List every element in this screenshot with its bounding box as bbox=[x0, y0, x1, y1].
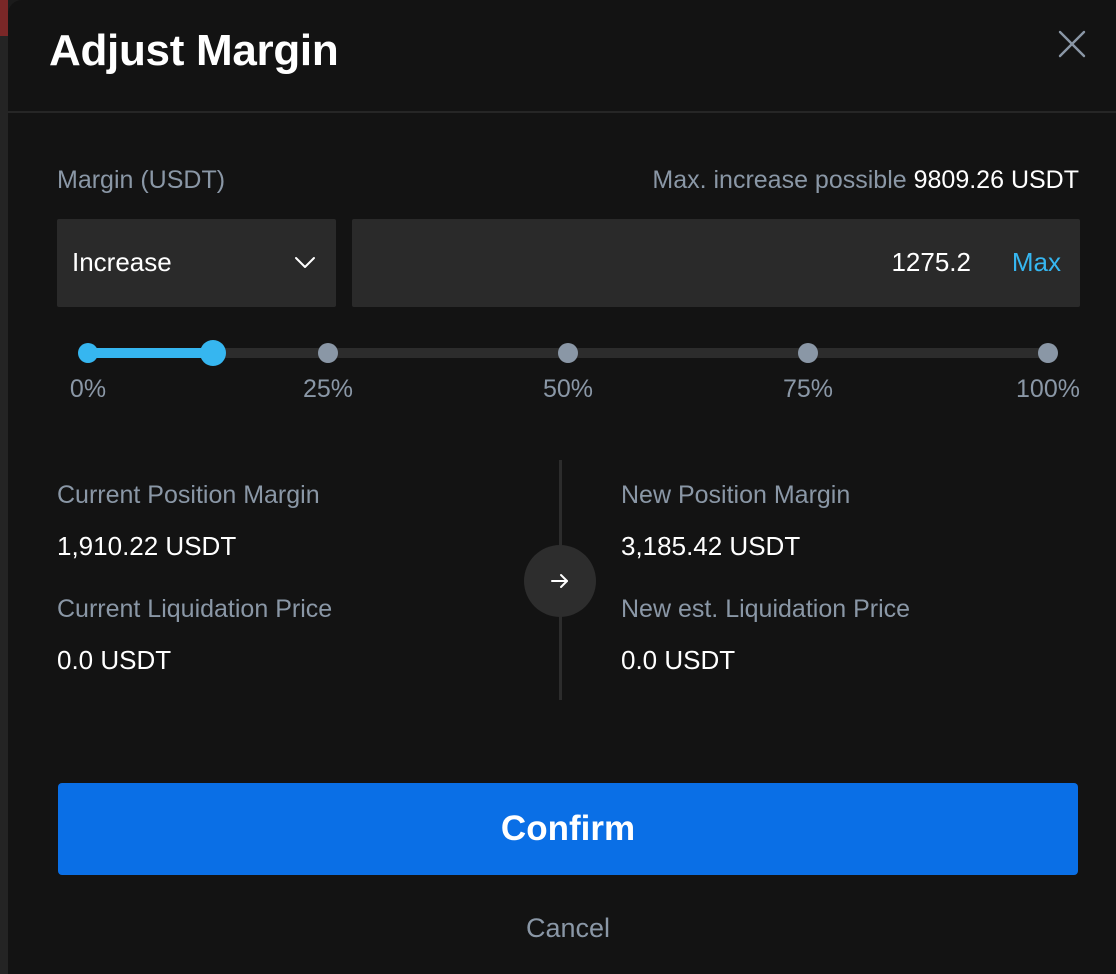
new-summary: New Position Margin 3,185.42 USDT New es… bbox=[621, 460, 1041, 679]
slider-step-1[interactable] bbox=[318, 343, 338, 363]
background-app-accent bbox=[0, 0, 8, 36]
current-liquidation-label: Current Liquidation Price bbox=[57, 595, 333, 623]
margin-amount-input[interactable]: 1275.2 Max bbox=[352, 219, 1080, 307]
slider-step-2[interactable] bbox=[558, 343, 578, 363]
current-margin-value: 1,910.22 USDT bbox=[57, 531, 237, 561]
slider-tick-label: 0% bbox=[69, 375, 107, 403]
new-margin-label: New Position Margin bbox=[621, 481, 851, 509]
margin-label-row: Margin (USDT) Max. increase possible 980… bbox=[57, 166, 1079, 200]
close-button[interactable] bbox=[1056, 28, 1088, 60]
slider-step-3[interactable] bbox=[798, 343, 818, 363]
margin-summary: Current Position Margin 1,910.22 USDT Cu… bbox=[57, 460, 1079, 700]
max-increase-value: 9809.26 USDT bbox=[913, 166, 1079, 194]
dialog-title: Adjust Margin bbox=[49, 26, 339, 75]
background-app-edge bbox=[0, 0, 8, 974]
slider-tick-label: 25% bbox=[302, 375, 354, 403]
max-increase-label: Max. increase possible bbox=[652, 166, 907, 194]
slider-step-0[interactable] bbox=[78, 343, 98, 363]
current-margin-label: Current Position Margin bbox=[57, 481, 320, 509]
close-icon bbox=[1058, 30, 1086, 58]
slider-thumb[interactable] bbox=[199, 340, 226, 366]
current-liquidation-value: 0.0 USDT bbox=[57, 645, 172, 675]
slider-step-4[interactable] bbox=[1038, 343, 1058, 363]
dialog-header: Adjust Margin bbox=[8, 0, 1116, 113]
slider-tick-label: 100% bbox=[1016, 375, 1080, 403]
adjust-margin-dialog: Adjust Margin Margin (USDT) Max. increas… bbox=[8, 0, 1116, 974]
chevron-down-icon bbox=[295, 257, 315, 268]
arrow-right-icon bbox=[551, 574, 568, 588]
new-liquidation-value: 0.0 USDT bbox=[621, 645, 736, 675]
margin-label: Margin (USDT) bbox=[57, 166, 226, 194]
slider-track-fill bbox=[88, 348, 213, 358]
max-increase-info: Max. increase possible 9809.26 USDT bbox=[652, 166, 1079, 195]
margin-mode-value: Increase bbox=[72, 247, 172, 277]
confirm-button[interactable]: Confirm bbox=[58, 783, 1078, 875]
max-button[interactable]: Max bbox=[1012, 247, 1061, 278]
arrow-badge bbox=[524, 545, 596, 617]
margin-amount-value: 1275.2 bbox=[891, 247, 971, 277]
new-liquidation-label: New est. Liquidation Price bbox=[621, 595, 911, 623]
cancel-button[interactable]: Cancel bbox=[468, 908, 668, 948]
slider-tick-label: 75% bbox=[782, 375, 834, 403]
margin-slider[interactable]: 0% 25% 50% 75% 100% bbox=[57, 330, 1080, 410]
margin-mode-select[interactable]: Increase bbox=[57, 219, 336, 307]
current-summary: Current Position Margin 1,910.22 USDT Cu… bbox=[57, 460, 477, 679]
slider-tick-label: 50% bbox=[542, 375, 594, 403]
new-margin-value: 3,185.42 USDT bbox=[621, 531, 801, 561]
